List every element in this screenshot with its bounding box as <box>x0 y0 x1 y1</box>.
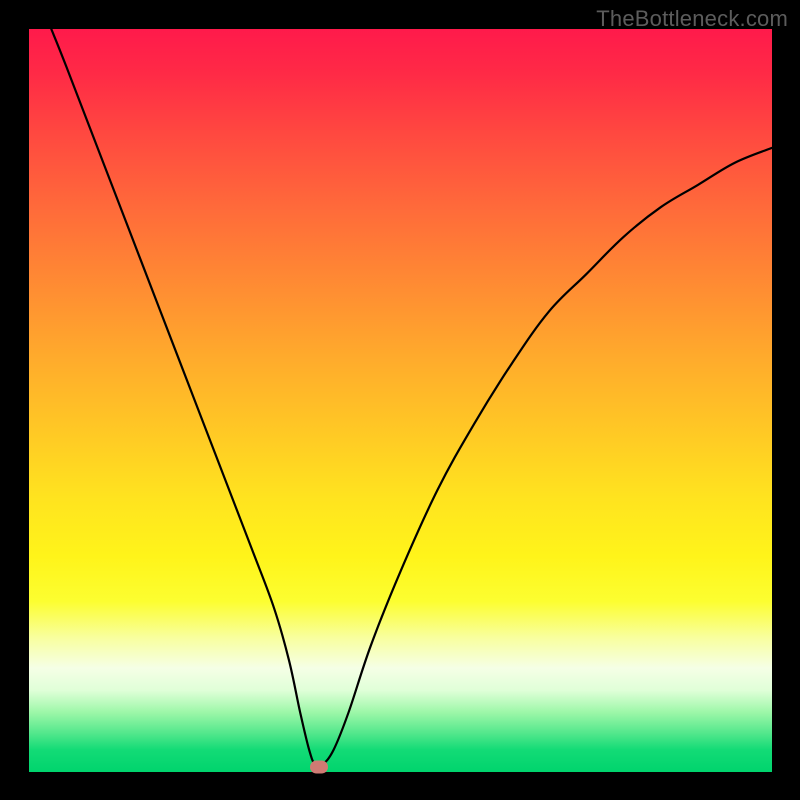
plot-area <box>29 29 772 772</box>
curve-layer <box>29 29 772 772</box>
watermark-text: TheBottleneck.com <box>596 6 788 32</box>
bottleneck-curve <box>51 29 772 767</box>
optimal-point-marker <box>310 760 328 773</box>
chart-stage: TheBottleneck.com <box>0 0 800 800</box>
